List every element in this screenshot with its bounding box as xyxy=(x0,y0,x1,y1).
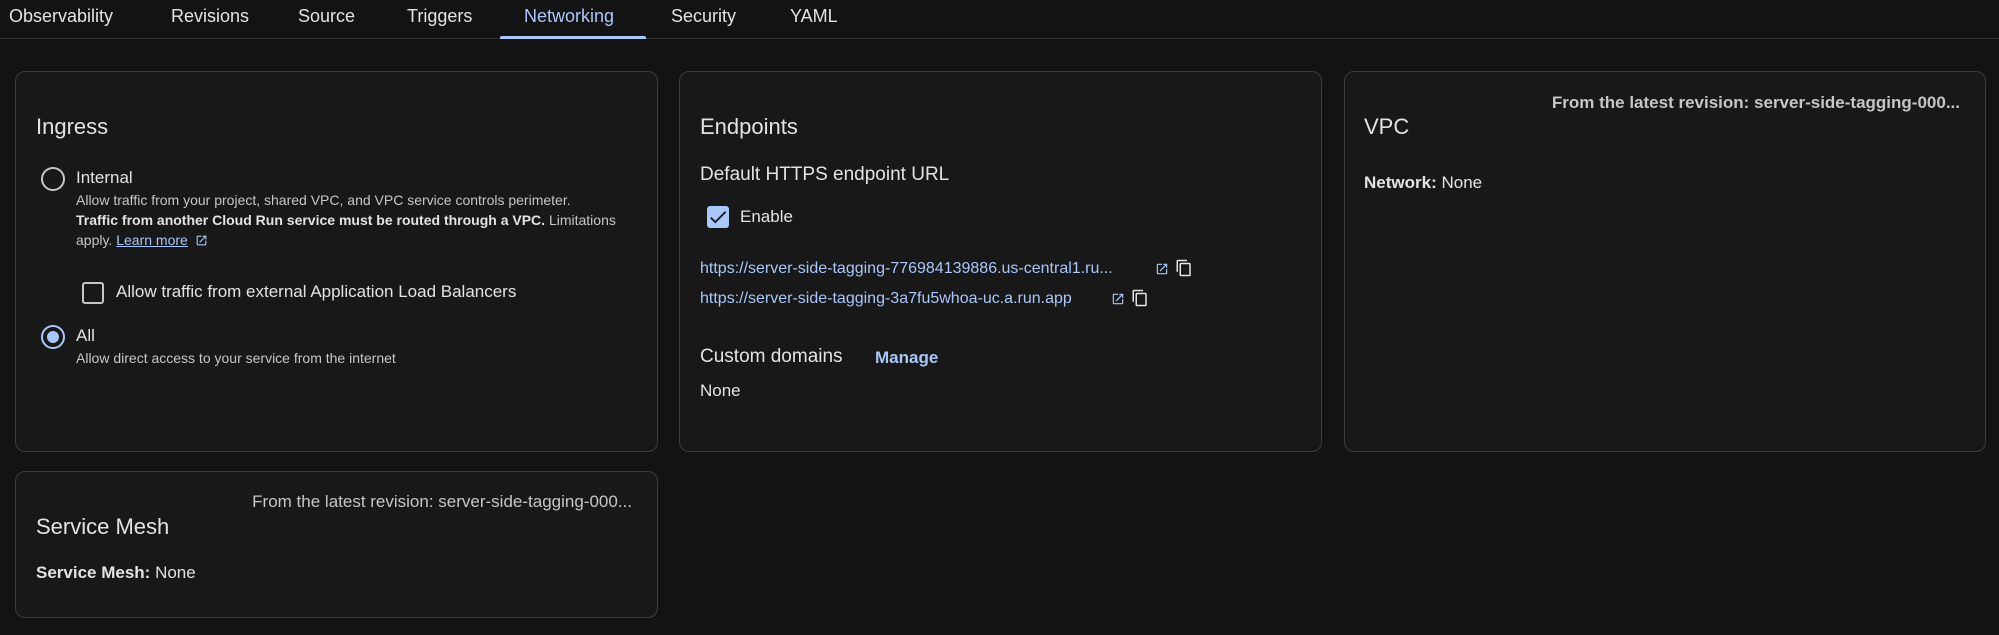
tab-bar: Observability Revisions Source Triggers … xyxy=(0,0,1999,39)
service-mesh-card: From the latest revision: server-side-ta… xyxy=(15,471,658,618)
ingress-internal-desc-rest: Limitations xyxy=(545,212,616,228)
tab-yaml[interactable]: YAML xyxy=(790,0,838,39)
checkmark-icon xyxy=(710,211,727,224)
ingress-internal-desc-apply: apply. xyxy=(76,232,117,248)
tab-networking[interactable]: Networking xyxy=(524,0,614,39)
custom-domains-value: None xyxy=(700,381,741,400)
tab-revisions[interactable]: Revisions xyxy=(171,0,249,39)
ingress-internal-radio[interactable] xyxy=(41,167,65,191)
endpoint-url-2[interactable]: https://server-side-tagging-3a7fu5whoa-u… xyxy=(700,290,1072,308)
vpc-title: VPC xyxy=(1364,114,1410,139)
tab-security[interactable]: Security xyxy=(671,0,736,39)
open-in-new-icon xyxy=(196,235,207,246)
ingress-internal-desc: Allow traffic from your project, shared … xyxy=(76,192,571,208)
ingress-internal-desc-3: apply. Learn more xyxy=(76,231,207,250)
custom-domains-title: Custom domains xyxy=(700,346,843,367)
tab-triggers[interactable]: Triggers xyxy=(407,0,472,39)
active-tab-indicator xyxy=(500,36,646,39)
enable-label: Enable xyxy=(740,207,793,226)
service-mesh-label: Service Mesh: xyxy=(36,563,151,582)
manage-button[interactable]: Manage xyxy=(875,348,938,368)
vpc-network: Network: None xyxy=(1364,173,1482,193)
service-mesh-value: None xyxy=(155,563,196,582)
copy-icon[interactable] xyxy=(1131,289,1149,307)
endpoints-title: Endpoints xyxy=(700,114,798,139)
vpc-revision-note: From the latest revision: server-side-ta… xyxy=(1551,93,1960,112)
copy-icon[interactable] xyxy=(1175,259,1193,277)
open-in-new-icon[interactable] xyxy=(1155,262,1169,276)
allow-alb-label: Allow traffic from external Application … xyxy=(116,282,517,301)
endpoints-card: Endpoints Default HTTPS endpoint URL Ena… xyxy=(679,71,1322,452)
ingress-all-radio[interactable] xyxy=(41,325,65,349)
ingress-card: Ingress Internal Allow traffic from your… xyxy=(15,71,658,452)
ingress-title: Ingress xyxy=(36,114,109,139)
service-mesh-revision-note: From the latest revision: server-side-ta… xyxy=(252,492,632,511)
allow-alb-checkbox[interactable] xyxy=(82,282,104,304)
service-mesh-status: Service Mesh: None xyxy=(36,563,196,583)
ingress-internal-label: Internal xyxy=(76,168,133,187)
vpc-card: From the latest revision: server-side-ta… xyxy=(1344,71,1986,452)
ingress-internal-desc-bold: Traffic from another Cloud Run service m… xyxy=(76,212,546,228)
ingress-all-desc: Allow direct access to your service from… xyxy=(76,350,396,366)
tab-observability[interactable]: Observability xyxy=(9,0,113,39)
vpc-network-value: None xyxy=(1441,173,1483,192)
ingress-all-label: All xyxy=(76,326,95,345)
endpoint-url-1[interactable]: https://server-side-tagging-776984139886… xyxy=(700,260,1113,278)
ingress-internal-desc-2: Traffic from another Cloud Run service m… xyxy=(76,211,616,230)
tab-source[interactable]: Source xyxy=(298,0,355,39)
learn-more-link[interactable]: Learn more xyxy=(116,232,188,248)
enable-checkbox[interactable] xyxy=(707,206,729,228)
vpc-network-label: Network: xyxy=(1364,173,1437,192)
service-mesh-title: Service Mesh xyxy=(36,514,170,539)
open-in-new-icon[interactable] xyxy=(1111,292,1125,306)
default-url-title: Default HTTPS endpoint URL xyxy=(700,164,950,185)
